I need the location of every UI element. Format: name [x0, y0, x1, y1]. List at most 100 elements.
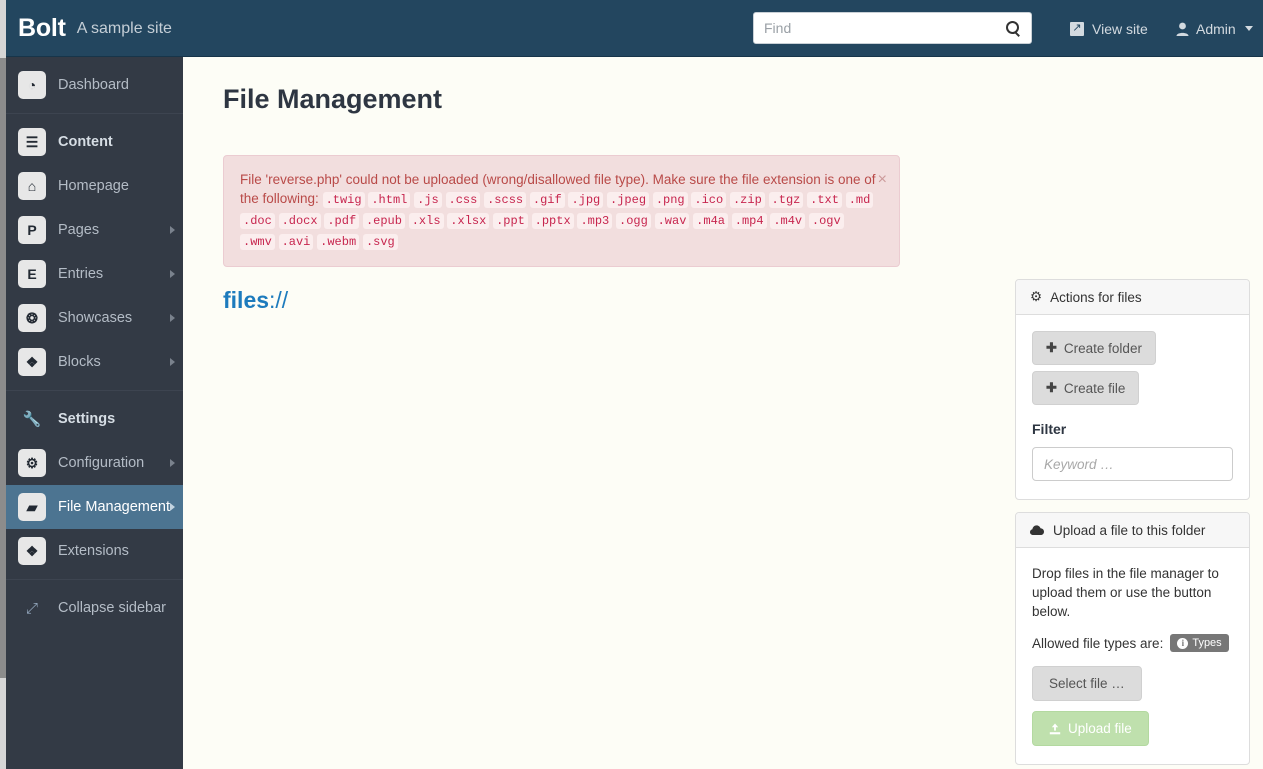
- upload-description: Drop files in the file manager to upload…: [1032, 566, 1219, 619]
- caret-down-icon: [1244, 26, 1253, 31]
- allowed-extension-chip: .avi: [278, 234, 314, 250]
- sidebar-item-label: Configuration: [58, 455, 145, 471]
- sidebar-item-label: Showcases: [58, 310, 133, 326]
- allowed-extension-chip: .md: [845, 192, 874, 208]
- chevron-right-icon: [170, 226, 175, 234]
- chevron-right-icon: [170, 459, 175, 467]
- page-title: File Management: [223, 84, 443, 114]
- upload-file-button[interactable]: Upload file: [1032, 711, 1149, 746]
- sidebar-item-collapse-sidebar[interactable]: ⤢ Collapse sidebar: [6, 586, 183, 630]
- sidebar-item-entries[interactable]: E Entries: [6, 252, 183, 296]
- chevron-right-icon: [170, 503, 176, 511]
- allowed-extension-chip: .docx: [278, 213, 321, 229]
- create-file-button[interactable]: ✚ Create file: [1032, 371, 1140, 405]
- allowed-extension-chip: .ppt: [493, 213, 528, 229]
- allowed-extension-chip: .js: [414, 192, 442, 208]
- sidebar-item-extensions[interactable]: ❖ Extensions: [6, 529, 183, 573]
- sidebar-item-file-management[interactable]: ▰ File Management: [6, 485, 183, 529]
- info-icon: i: [1177, 637, 1189, 649]
- wrench-icon: 🔧: [22, 411, 42, 428]
- top-header-bar: Bolt A sample site ↗ View site Admin: [0, 0, 1263, 57]
- upload-icon: [1049, 723, 1061, 734]
- sidebar-item-label: Homepage: [58, 178, 129, 194]
- view-site-link[interactable]: ↗ View site: [1070, 0, 1148, 57]
- actions-panel-header: ⚙ Actions for files: [1016, 280, 1249, 315]
- sidebar: ◔ Dashboard ☰ Content ⌂ Homepage P Pages E Entrie…: [6, 57, 183, 769]
- folder-open-icon: ▰: [18, 493, 46, 521]
- allowed-types-label: Allowed file types are:: [1032, 635, 1164, 651]
- collapse-arrows-icon: ⤢: [25, 599, 38, 617]
- sidebar-group-spacer: [6, 573, 183, 579]
- plus-icon: ✚: [1046, 380, 1057, 395]
- page-scrollbar[interactable]: [0, 0, 6, 769]
- create-folder-button[interactable]: ✚ Create folder: [1032, 331, 1156, 365]
- allowed-extension-chip: .twig: [322, 192, 365, 208]
- admin-label: Admin: [1196, 20, 1236, 37]
- sidebar-item-label: Collapse sidebar: [58, 600, 167, 616]
- search-box[interactable]: [753, 12, 1032, 44]
- select-file-label: Select file …: [1049, 676, 1125, 691]
- alert-extension-list: .twig .html .js .css .scss .gif .jpg .jp…: [240, 191, 874, 250]
- sidebar-item-content[interactable]: ☰ Content: [6, 120, 183, 164]
- sidebar-item-label: Entries: [58, 266, 104, 282]
- allowed-extension-chip: .m4v: [770, 213, 806, 229]
- dashboard-gauge-icon: ◔: [18, 71, 46, 99]
- select-file-button[interactable]: Select file …: [1032, 666, 1142, 701]
- allowed-extension-chip: .pptx: [531, 213, 574, 229]
- sidebar-group-1: ☰ Content ⌂ Homepage P Pages E Entries ❂ Showcase…: [6, 114, 183, 391]
- breadcrumb: files://: [223, 287, 288, 314]
- sidebar-item-label: Content: [58, 134, 113, 150]
- letter-e-icon: E: [18, 260, 46, 288]
- upload-panel-body: Drop files in the file manager to upload…: [1016, 548, 1249, 764]
- sidebar-item-configuration[interactable]: ⚙ Configuration: [6, 441, 183, 485]
- letter-p-icon: P: [18, 216, 46, 244]
- create-folder-label: Create folder: [1063, 340, 1142, 356]
- allowed-extension-chip: .ogg: [616, 213, 651, 229]
- sidebar-item-settings[interactable]: 🔧 Settings: [6, 397, 183, 441]
- create-file-label: Create file: [1063, 380, 1126, 396]
- cogs-icon: ⚙: [18, 449, 46, 477]
- chevron-right-icon: [170, 358, 175, 366]
- sidebar-item-label: Blocks: [58, 354, 101, 370]
- sidebar-item-label: Pages: [58, 222, 100, 238]
- allowed-extension-chip: .txt: [807, 192, 842, 208]
- types-badge[interactable]: i Types: [1170, 634, 1229, 652]
- gear-icon: ⚙: [1030, 289, 1043, 304]
- sidebar-item-blocks[interactable]: ❖ Blocks: [6, 340, 183, 384]
- allowed-extension-chip: .xls: [408, 213, 444, 229]
- alert-error: × File 'reverse.php' could not be upload…: [223, 155, 900, 267]
- sidebar-item-homepage[interactable]: ⌂ Homepage: [6, 164, 183, 208]
- sidebar-item-pages[interactable]: P Pages: [6, 208, 183, 252]
- sidebar-item-showcases[interactable]: ❂ Showcases: [6, 296, 183, 340]
- external-link-icon: ↗: [1070, 21, 1084, 36]
- allowed-extension-chip: .doc: [240, 213, 275, 229]
- allowed-extension-chip: .png: [652, 192, 688, 208]
- user-icon: [1176, 22, 1189, 36]
- filter-input[interactable]: [1032, 447, 1233, 481]
- brand[interactable]: Bolt A sample site: [18, 0, 172, 57]
- breadcrumb-root[interactable]: files: [223, 287, 269, 313]
- gift-icon: ❂: [18, 304, 46, 332]
- alert-close-icon[interactable]: ×: [878, 172, 887, 188]
- allowed-extension-chip: .xlsx: [447, 213, 490, 229]
- allowed-extension-chip: .css: [445, 192, 481, 208]
- admin-menu[interactable]: Admin: [1176, 0, 1253, 57]
- allowed-extension-chip: .jpeg: [607, 192, 650, 208]
- sidebar-item-dashboard[interactable]: ◔ Dashboard: [6, 63, 183, 107]
- allowed-extension-chip: .tgz: [768, 192, 804, 208]
- page-scrollbar-thumb[interactable]: [0, 58, 6, 678]
- allowed-extension-chip: .html: [368, 192, 411, 208]
- sidebar-group-0: ◔ Dashboard: [6, 57, 183, 114]
- allowed-extension-chip: .ogv: [808, 213, 844, 229]
- search-icon[interactable]: [1006, 21, 1020, 35]
- sidebar-group-spacer: [6, 630, 183, 636]
- allowed-extension-chip: .wmv: [240, 234, 275, 250]
- brand-name: Bolt: [18, 14, 66, 42]
- types-badge-label: Types: [1192, 637, 1222, 649]
- search-input[interactable]: [754, 14, 994, 42]
- sidebar-item-label: Dashboard: [58, 77, 129, 93]
- view-site-label: View site: [1092, 20, 1148, 37]
- allowed-extension-chip: .jpg: [568, 192, 604, 208]
- filter-label: Filter: [1032, 421, 1067, 437]
- main-content: File Management × File 'reverse.php' cou…: [183, 57, 1263, 769]
